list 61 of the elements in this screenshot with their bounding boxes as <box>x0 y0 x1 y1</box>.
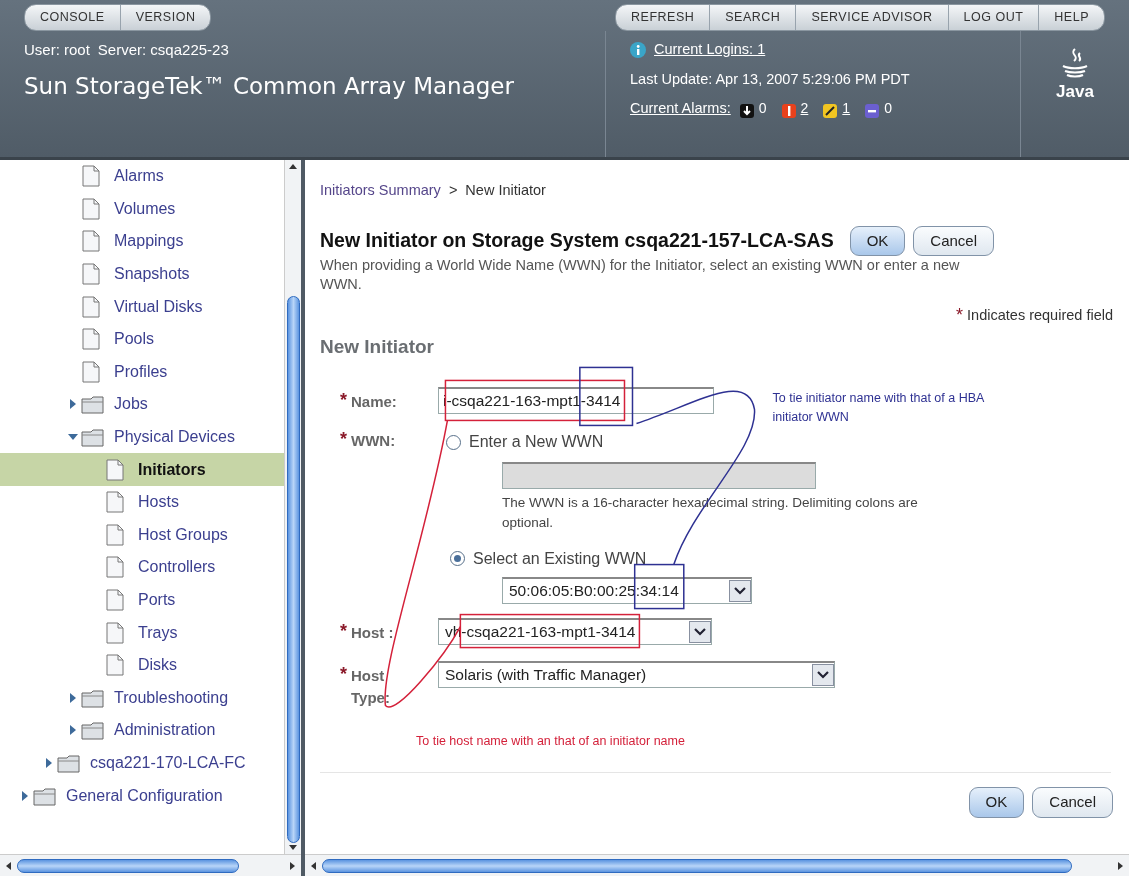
tree-item[interactable]: Jobs <box>0 388 284 421</box>
tree-item[interactable]: Alarms <box>0 160 284 193</box>
field-label: WWN: <box>351 431 396 452</box>
breadcrumb-separator: > <box>448 181 458 200</box>
tree-item[interactable]: Physical Devices <box>0 420 284 454</box>
tree-item[interactable]: Mappings <box>0 225 284 258</box>
field-label: Name: <box>351 392 397 413</box>
description: When providing a World Wide Name (WWN) for the Initiator, select an existing WWN or enter a new WWN. <box>320 256 961 294</box>
alarm-count: 1 <box>842 99 851 119</box>
nav-button[interactable]: SERVICE ADVISOR <box>796 5 949 30</box>
tree-item[interactable]: Profiles <box>0 355 284 389</box>
ok-button[interactable]: OK <box>849 225 906 257</box>
required-mark: * <box>340 389 347 413</box>
tree-item[interactable]: Hosts <box>0 485 284 519</box>
field-label: Host : <box>351 622 394 643</box>
annotation-text: To tie host name with an that of an initiator name <box>416 732 686 750</box>
section-title: New Initiator <box>320 334 435 359</box>
tree-item[interactable]: Disks <box>0 648 284 682</box>
tree-item[interactable]: Initiators <box>0 453 284 486</box>
tree-item[interactable]: Host Groups <box>0 518 284 552</box>
alarms-link[interactable]: Current Alarms: <box>630 98 731 120</box>
required-note: Indicates required field <box>967 305 1113 325</box>
ok-button[interactable]: OK <box>968 787 1025 818</box>
tree-item[interactable]: Controllers <box>0 551 284 584</box>
server-label: Server: csqa225-23 <box>97 39 229 60</box>
tree-item[interactable]: Troubleshooting <box>0 681 284 715</box>
last-update: Last Update: Apr 13, 2007 5:29:06 PM PDT <box>630 69 911 89</box>
tree-item[interactable]: Snapshots <box>0 257 284 291</box>
alarm-count: 0 <box>884 99 892 119</box>
cancel-button[interactable]: Cancel <box>913 225 995 257</box>
breadcrumb-link[interactable]: Initiators Summary <box>320 180 441 202</box>
tree-item[interactable]: Virtual Disks <box>0 290 284 323</box>
tree-item[interactable]: General Configuration <box>0 779 284 812</box>
annotation-text: To tie initiator name with that of a HBA initiator WWN <box>772 390 985 426</box>
alarm-count: 2 <box>800 99 809 119</box>
radio-label[interactable]: Select an Existing WWN <box>473 546 647 571</box>
required-mark: * <box>340 662 347 686</box>
page-title: New Initiator on Storage System csqa221-157-LCA-SAS <box>320 229 834 253</box>
logo-text: Java <box>1056 80 1094 103</box>
nav-button[interactable]: CONSOLE <box>25 5 121 30</box>
nav-button[interactable]: VERSION <box>120 5 211 30</box>
tree-item[interactable]: Pools <box>0 322 284 356</box>
user-label: User: root <box>24 39 90 60</box>
host-type-dropdown[interactable]: Solaris (with Traffic Manager) <box>438 660 835 688</box>
nav-button[interactable]: SEARCH <box>710 5 797 30</box>
required-mark: * <box>340 619 347 643</box>
tree-item[interactable]: Administration <box>0 714 284 747</box>
alarm-count: 0 <box>758 99 767 119</box>
nav-button[interactable]: LOG OUT <box>948 5 1040 30</box>
tree-item[interactable]: Ports <box>0 583 284 617</box>
tree-item[interactable]: Trays <box>0 616 284 649</box>
nav-button[interactable]: REFRESH <box>616 5 711 30</box>
nav-button[interactable]: HELP <box>1039 5 1104 30</box>
tree-item[interactable]: csqa221-170-LCA-FC <box>0 746 284 780</box>
required-mark: * <box>956 303 964 327</box>
breadcrumb-current: New Initiator <box>465 181 546 200</box>
tree-item[interactable]: Volumes <box>0 192 284 226</box>
required-mark: * <box>340 428 347 452</box>
product-title: Sun StorageTek™ Common Array Manager <box>24 72 515 102</box>
cancel-button[interactable]: Cancel <box>1032 787 1113 818</box>
logins-link[interactable]: Current Logins: 1 <box>654 38 766 61</box>
